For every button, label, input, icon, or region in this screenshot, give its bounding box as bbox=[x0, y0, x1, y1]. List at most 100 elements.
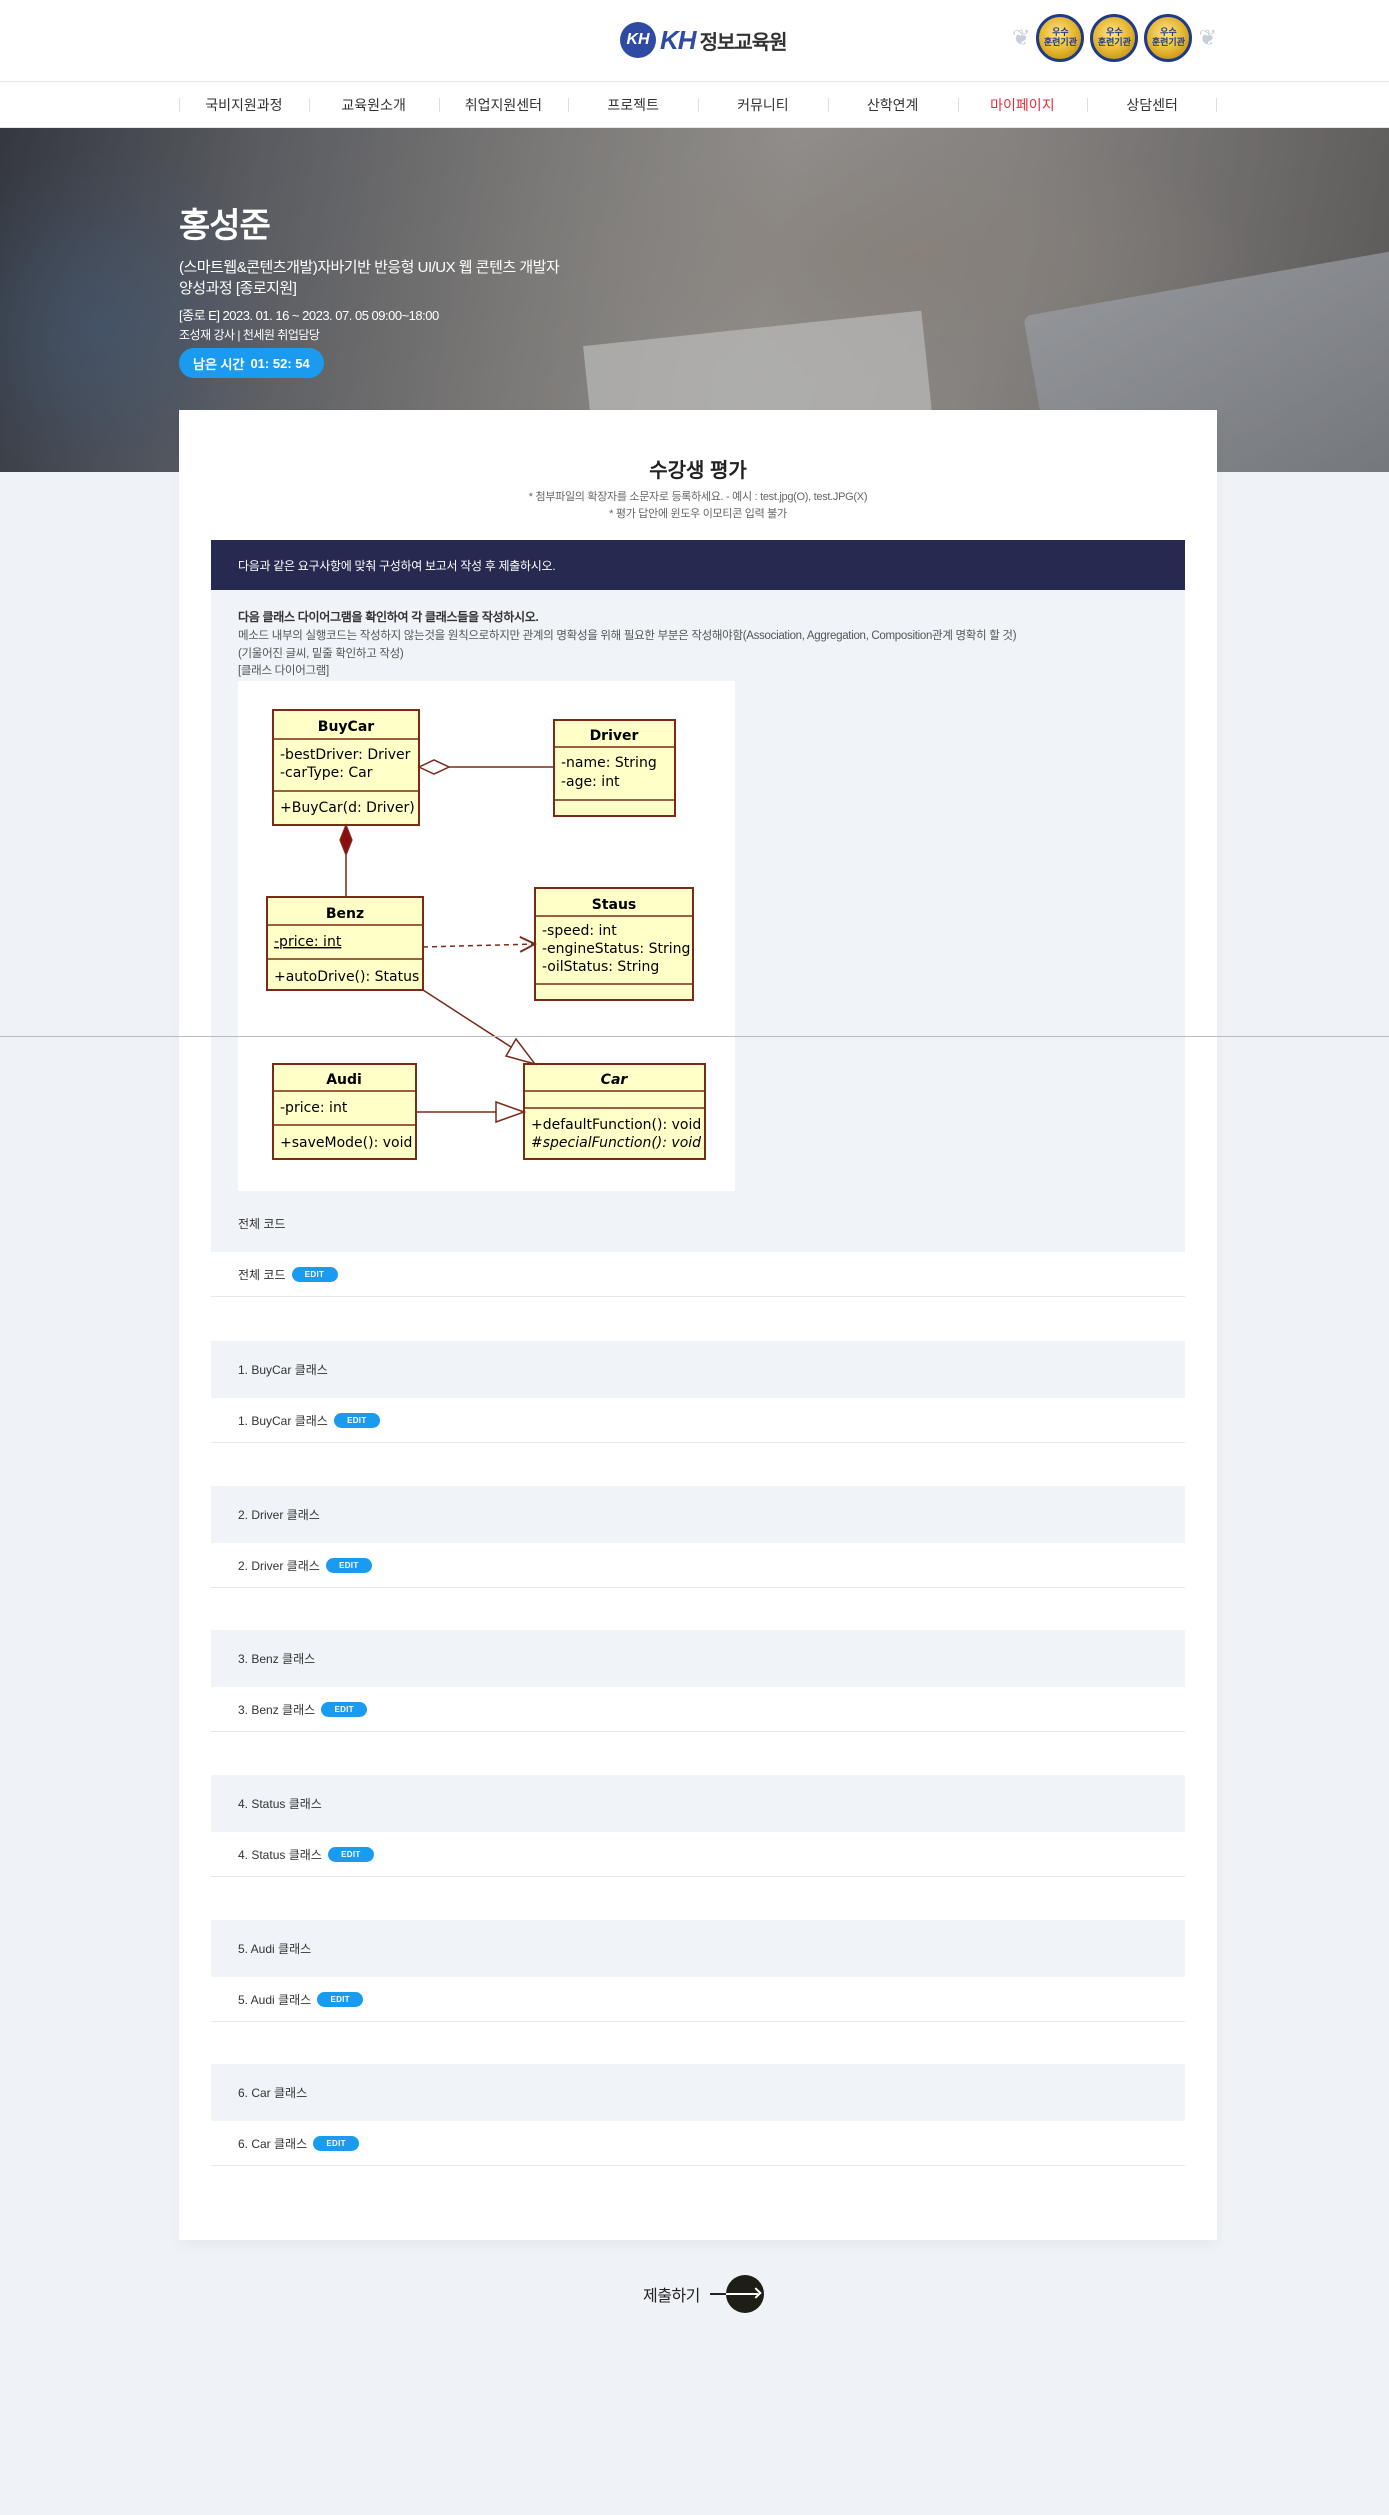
timer-value: 01: 52: 54 bbox=[250, 355, 310, 371]
uml-attr: -speed: int bbox=[542, 923, 617, 939]
notice-emoji: * 평가 답안에 윈도우 이모티콘 입력 불가 bbox=[609, 508, 787, 520]
uml-aggregation-link bbox=[417, 759, 554, 775]
uml-class-buycar: BuyCar -bestDriver: Driver -carType: Car… bbox=[272, 709, 420, 826]
course-date: [종로 E] 2023. 01. 16 ~ 2023. 07. 05 09:00… bbox=[179, 308, 439, 323]
submit-label: 제출하기 bbox=[643, 2288, 700, 2305]
uml-inheritance-link bbox=[422, 989, 537, 1066]
award-badges: ❦ 우수 훈련기관 우수 훈련기관 우수 훈련기관 ❦ bbox=[1012, 14, 1217, 62]
nav-item-about[interactable]: 교육원소개 bbox=[308, 82, 439, 128]
answer-label: 전체 코드 bbox=[238, 1267, 286, 1282]
uml-class-driver: Driver -name: String -age: int bbox=[553, 719, 676, 817]
section-head-car: 6. Car 클래스 bbox=[211, 2064, 1185, 2121]
question-heading: 다음 클래스 다이어그램을 확인하여 각 클래스들을 작성하시오. bbox=[238, 610, 539, 624]
timer-label: 남은 시간 bbox=[193, 356, 245, 372]
question-line: [클래스 다이어그램] bbox=[238, 665, 329, 677]
edit-button[interactable]: EDIT bbox=[317, 1991, 364, 2007]
award-badge-3: 우수 훈련기관 bbox=[1144, 14, 1193, 62]
nav-item-career-center[interactable]: 취업지원센터 bbox=[438, 82, 569, 128]
award-badge-2: 우수 훈련기관 bbox=[1090, 14, 1139, 62]
course-instructors: 조성재 강사 | 천세원 취업담당 bbox=[179, 328, 320, 342]
answer-row-driver: 2. Driver 클래스 EDIT bbox=[211, 1543, 1185, 1588]
uml-attr: -name: String bbox=[561, 755, 657, 771]
uml-class-staus: Staus -speed: int -engineStatus: String … bbox=[534, 887, 694, 1001]
nav-item-mypage[interactable]: 마이페이지 bbox=[957, 82, 1088, 128]
answer-row-car: 6. Car 클래스 EDIT bbox=[211, 2121, 1185, 2166]
answer-label: 6. Car 클래스 bbox=[238, 2136, 308, 2151]
uml-class-name: Audi bbox=[326, 1072, 362, 1088]
uml-class-audi: Audi -price: int +saveMode(): void bbox=[272, 1063, 417, 1160]
site-logo[interactable]: KH KH 정보교육원 bbox=[620, 22, 788, 58]
edit-button[interactable]: EDIT bbox=[321, 1701, 368, 1717]
answer-row-benz: 3. Benz 클래스 EDIT bbox=[211, 1687, 1185, 1732]
main-nav: 국비지원과정 교육원소개 취업지원센터 프로젝트 커뮤니티 산학연계 마이페이지… bbox=[0, 81, 1389, 128]
question-footer: 전체 코드 bbox=[238, 1217, 286, 1231]
student-name: 홍성준 bbox=[179, 207, 271, 245]
section-head-audi: 5. Audi 클래스 bbox=[211, 1920, 1185, 1977]
course-title: (스마트웹&콘텐츠개발)자바기반 반응형 UI/UX 웹 콘텐츠 개발자 양성과… bbox=[179, 257, 560, 299]
evaluation-card: 수강생 평가 * 첨부파일의 확장자를 소문자로 등록하세요. - 예시 : t… bbox=[179, 410, 1217, 2240]
answer-row-audi: 5. Audi 클래스 EDIT bbox=[211, 1977, 1185, 2022]
hero-info: 홍성준 (스마트웹&콘텐츠개발)자바기반 반응형 UI/UX 웹 콘텐츠 개발자… bbox=[179, 198, 560, 343]
nav-item-projects[interactable]: 프로젝트 bbox=[568, 82, 698, 128]
course-title-line: 양성과정 [종로지원] bbox=[179, 280, 297, 297]
page-title: 수강생 평가 bbox=[649, 460, 747, 482]
edit-button[interactable]: EDIT bbox=[325, 1557, 372, 1573]
uml-method: +autoDrive(): Status bbox=[274, 969, 419, 985]
uml-inheritance-link bbox=[416, 1100, 527, 1124]
kh-logo-mark: KH bbox=[620, 22, 656, 58]
question-line: (기울어진 글씨, 밑줄 확인하고 작성) bbox=[238, 648, 404, 660]
uml-method: +defaultFunction(): void bbox=[531, 1117, 701, 1133]
edit-button[interactable]: EDIT bbox=[333, 1412, 380, 1428]
section-head-benz: 3. Benz 클래스 bbox=[211, 1630, 1185, 1687]
section-head-driver: 2. Driver 클래스 bbox=[211, 1486, 1185, 1543]
section-head-status: 4. Status 클래스 bbox=[211, 1775, 1185, 1832]
laurel-right-icon: ❦ bbox=[1198, 25, 1217, 50]
award-badge-1: 우수 훈련기관 bbox=[1036, 14, 1085, 62]
uml-attr: -age: int bbox=[561, 774, 620, 790]
uml-attr: -engineStatus: String bbox=[542, 941, 690, 957]
uml-attr-static: -price: int bbox=[274, 934, 342, 950]
uml-dependency-link bbox=[422, 944, 535, 947]
course-title-line: (스마트웹&콘텐츠개발)자바기반 반응형 UI/UX 웹 콘텐츠 개발자 bbox=[179, 259, 560, 276]
logo-text: 정보교육원 bbox=[699, 31, 788, 54]
answer-label: 4. Status 클래스 bbox=[238, 1847, 322, 1862]
uml-class-name: Benz bbox=[326, 906, 364, 922]
uml-method: +saveMode(): void bbox=[280, 1135, 412, 1151]
uml-method: +BuyCar(d: Driver) bbox=[280, 800, 415, 816]
nav-item-gov-courses[interactable]: 국비지원과정 bbox=[179, 82, 309, 128]
nav-item-industry[interactable]: 산학연계 bbox=[827, 82, 958, 128]
uml-class-name: Staus bbox=[592, 897, 637, 913]
class-diagram: BuyCar -bestDriver: Driver -carType: Car… bbox=[238, 681, 735, 1191]
uml-class-benz: Benz -price: int +autoDrive(): Status bbox=[266, 896, 424, 991]
answer-label: 2. Driver 클래스 bbox=[238, 1558, 320, 1573]
submit-button[interactable]: 제출하기 bbox=[643, 2275, 764, 2313]
divider-line bbox=[0, 1036, 1389, 1037]
uml-attr: -carType: Car bbox=[280, 765, 373, 781]
logo-brand: KH bbox=[660, 24, 697, 55]
arrow-right-icon bbox=[709, 2275, 764, 2313]
edit-button[interactable]: EDIT bbox=[313, 2135, 360, 2151]
answer-label: 5. Audi 클래스 bbox=[238, 1992, 312, 2007]
class-diagram-svg: BuyCar -bestDriver: Driver -carType: Car… bbox=[266, 709, 706, 1160]
answer-label: 3. Benz 클래스 bbox=[238, 1702, 316, 1717]
uml-attr: -bestDriver: Driver bbox=[280, 747, 411, 763]
answer-row-full-code: 전체 코드 EDIT bbox=[211, 1252, 1185, 1297]
nav-item-consult[interactable]: 상담센터 bbox=[1087, 82, 1217, 128]
answer-row-buycar: 1. BuyCar 클래스 EDIT bbox=[211, 1398, 1185, 1443]
uml-attr: -oilStatus: String bbox=[542, 959, 659, 975]
edit-button[interactable]: EDIT bbox=[291, 1266, 338, 1282]
instruction-banner: 다음과 같은 요구사항에 맞춰 구성하여 보고서 작성 후 제출하시오. bbox=[211, 540, 1185, 590]
question-line: 메소드 내부의 실행코드는 작성하지 않는것을 원칙으로하지만 관계의 명확성을… bbox=[238, 630, 1017, 642]
notice-extension: * 첨부파일의 확장자를 소문자로 등록하세요. - 예시 : test.jpg… bbox=[528, 491, 868, 503]
uml-method-abstract: #specialFunction(): void bbox=[531, 1135, 701, 1151]
uml-attr: -price: int bbox=[280, 1100, 348, 1116]
uml-composition-link bbox=[339, 823, 353, 897]
answer-label: 1. BuyCar 클래스 bbox=[238, 1413, 328, 1428]
remaining-time-badge: 남은 시간 01: 52: 54 bbox=[179, 348, 324, 378]
answer-row-status: 4. Status 클래스 EDIT bbox=[211, 1832, 1185, 1877]
section-head-buycar: 1. BuyCar 클래스 bbox=[211, 1341, 1185, 1398]
uml-class-car: Car +defaultFunction(): void #specialFun… bbox=[523, 1063, 706, 1160]
edit-button[interactable]: EDIT bbox=[327, 1846, 374, 1862]
uml-class-name: Driver bbox=[590, 728, 639, 744]
nav-item-community[interactable]: 커뮤니티 bbox=[698, 82, 828, 128]
